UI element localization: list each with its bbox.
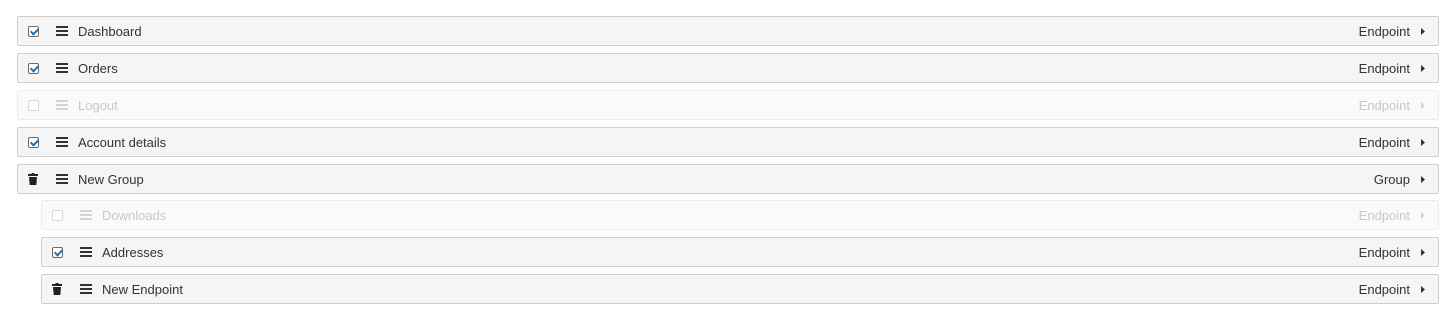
drag-handle-icon[interactable]: [79, 245, 93, 259]
drag-handle-icon[interactable]: [55, 172, 69, 186]
list-item[interactable]: Logout Endpoint: [17, 90, 1439, 120]
caret-right-icon[interactable]: [1416, 61, 1430, 75]
trash-icon[interactable]: [26, 172, 40, 186]
drag-handle-icon[interactable]: [55, 61, 69, 75]
list-item[interactable]: New Endpoint Endpoint: [41, 274, 1439, 304]
drag-handle-icon[interactable]: [79, 208, 93, 222]
item-checkbox[interactable]: [27, 99, 39, 111]
caret-right-icon[interactable]: [1416, 172, 1430, 186]
item-label: New Group: [78, 171, 144, 187]
item-label: Logout: [78, 97, 118, 113]
group-item[interactable]: New Group Group: [17, 164, 1439, 194]
item-type: Endpoint: [1358, 97, 1410, 113]
caret-right-icon[interactable]: [1416, 135, 1430, 149]
item-type: Endpoint: [1358, 244, 1410, 260]
list-item[interactable]: Account details Endpoint: [17, 127, 1439, 157]
item-type: Endpoint: [1358, 134, 1410, 150]
caret-right-icon[interactable]: [1416, 24, 1430, 38]
drag-handle-icon[interactable]: [55, 98, 69, 112]
item-checkbox[interactable]: [27, 62, 39, 74]
drag-handle-icon[interactable]: [55, 135, 69, 149]
list-item[interactable]: Downloads Endpoint: [41, 200, 1439, 230]
item-type: Endpoint: [1358, 281, 1410, 297]
item-label: Addresses: [102, 244, 164, 260]
item-type: Group: [1373, 171, 1410, 187]
drag-handle-icon[interactable]: [79, 282, 93, 296]
item-checkbox[interactable]: [51, 246, 63, 258]
trash-icon[interactable]: [50, 282, 64, 296]
item-label: Dashboard: [78, 23, 142, 39]
caret-right-icon[interactable]: [1416, 245, 1430, 259]
item-type: Endpoint: [1358, 207, 1410, 223]
endpoint-list: Dashboard Endpoint Orders Endpoint Logou…: [0, 0, 1455, 313]
item-type: Endpoint: [1358, 60, 1410, 76]
item-checkbox[interactable]: [27, 25, 39, 37]
item-checkbox[interactable]: [27, 136, 39, 148]
item-type: Endpoint: [1358, 23, 1410, 39]
item-label: Downloads: [102, 207, 167, 223]
item-label: New Endpoint: [102, 281, 183, 297]
list-item[interactable]: Orders Endpoint: [17, 53, 1439, 83]
item-label: Orders: [78, 60, 118, 76]
item-checkbox[interactable]: [51, 209, 63, 221]
caret-right-icon[interactable]: [1416, 208, 1430, 222]
caret-right-icon[interactable]: [1416, 282, 1430, 296]
list-item[interactable]: Addresses Endpoint: [41, 237, 1439, 267]
caret-right-icon[interactable]: [1416, 98, 1430, 112]
list-item[interactable]: Dashboard Endpoint: [17, 16, 1439, 46]
drag-handle-icon[interactable]: [55, 24, 69, 38]
item-label: Account details: [78, 134, 167, 150]
